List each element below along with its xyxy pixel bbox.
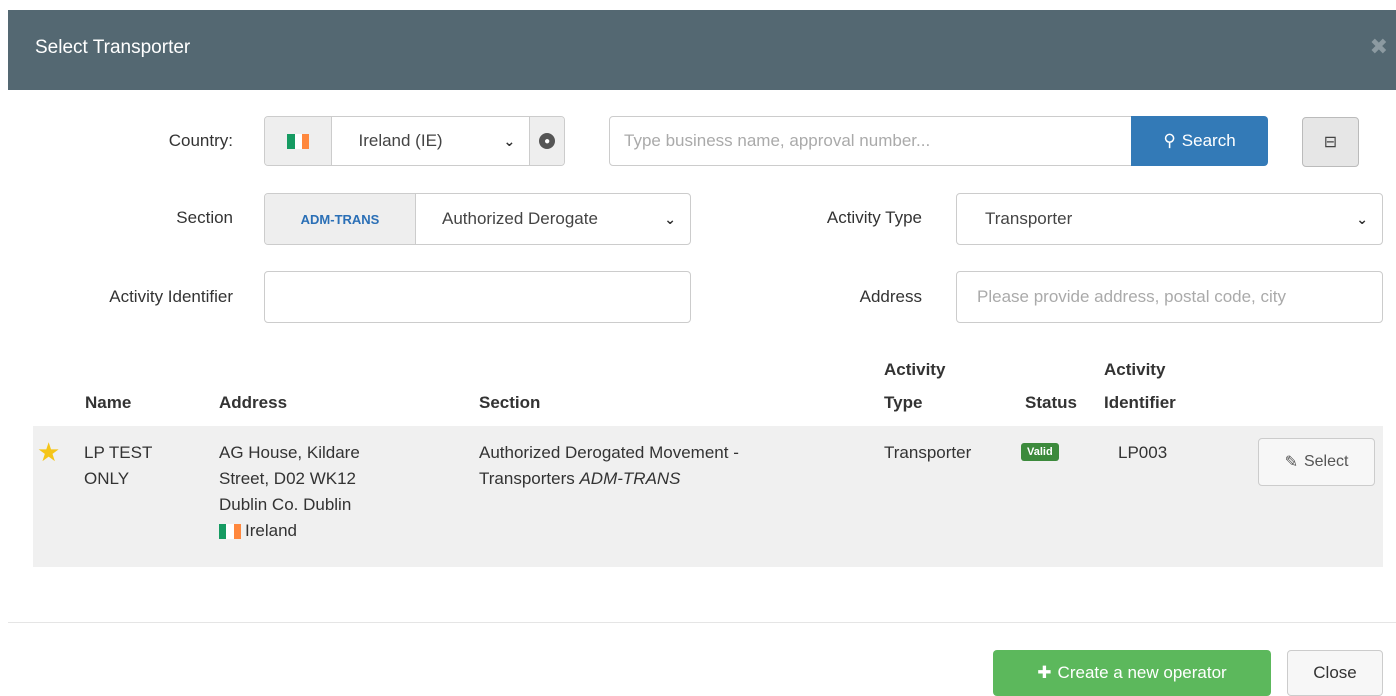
search-icon: ⚲ <box>1163 131 1176 150</box>
address-input[interactable]: Please provide address, postal code, cit… <box>956 271 1383 323</box>
col-header-activity-type-line1: Activity <box>884 360 946 379</box>
row-address: AG House, Kildare Street, D02 WK12 Dubli… <box>219 440 360 544</box>
select-button-label: Select <box>1303 453 1349 470</box>
row-address-line1: AG House, Kildare <box>219 443 360 462</box>
row-address-line3: Dublin Co. Dublin <box>219 495 352 514</box>
address-label: Address <box>859 287 922 306</box>
col-header-status: Status <box>1025 393 1077 412</box>
section-label: Section <box>176 208 233 227</box>
search-button-label: Search <box>1181 131 1236 150</box>
country-select-group: Ireland (IE) ⌄ ● <box>264 116 565 166</box>
row-section-line1: Authorized Derogated Movement - <box>479 443 739 462</box>
row-name: LP TEST ONLY <box>84 440 152 492</box>
edit-icon: ✎ <box>1284 454 1298 471</box>
modal-title: Select Transporter <box>35 37 191 58</box>
col-header-address: Address <box>219 393 288 412</box>
row-address-country-name: Ireland <box>245 521 297 540</box>
modal-header: Select Transporter ✖ <box>8 10 1396 90</box>
col-header-name: Name <box>85 393 132 412</box>
activity-identifier-input[interactable] <box>264 271 691 323</box>
activity-type-value: Transporter <box>985 209 1073 228</box>
chevron-down-icon: ⌄ <box>664 210 676 227</box>
section-select-group: ADM-TRANS Authorized Derogate ⌄ <box>264 193 691 245</box>
ireland-flag-icon <box>287 133 310 149</box>
collapse-icon: ⊟ <box>1323 134 1338 151</box>
row-address-line2: Street, D02 WK12 <box>219 469 357 488</box>
chevron-down-icon: ⌄ <box>1356 210 1368 227</box>
activity-type-select-inner: Transporter ⌄ <box>957 194 1382 244</box>
row-section-line2: Transporters ADM-TRANS <box>479 466 739 492</box>
country-select-value: Ireland (IE) <box>358 131 443 150</box>
section-select[interactable]: Authorized Derogate ⌄ <box>416 194 690 244</box>
ireland-flag-icon <box>219 523 241 539</box>
plus-icon: ✚ <box>1037 663 1052 682</box>
favorite-star-icon[interactable]: ★ <box>37 439 60 465</box>
row-name-line2: ONLY <box>84 469 130 488</box>
col-header-activity-identifier-line1: Activity <box>1104 360 1166 379</box>
close-button[interactable]: Close <box>1287 650 1383 696</box>
activity-type-select[interactable]: Transporter ⌄ <box>956 193 1383 245</box>
footer-divider <box>8 622 1396 623</box>
row-activity-type: Transporter <box>884 443 972 462</box>
toggle-filters-button[interactable]: ⊟ <box>1302 117 1359 167</box>
search-button[interactable]: ⚲ Search <box>1131 116 1268 166</box>
row-section-code: ADM-TRANS <box>579 469 681 488</box>
row-activity-identifier: LP003 <box>1118 443 1168 462</box>
col-header-activity-identifier-line2: Identifier <box>1104 393 1176 412</box>
search-input[interactable]: Type business name, approval number... <box>609 116 1132 166</box>
row-section: Authorized Derogated Movement - Transpor… <box>479 440 739 492</box>
col-header-activity-type-line2: Type <box>884 393 923 412</box>
globe-button[interactable]: ● <box>529 117 564 165</box>
col-header-section: Section <box>479 393 541 412</box>
row-address-country: Ireland <box>219 518 360 544</box>
activity-type-label: Activity Type <box>826 208 922 227</box>
country-flag-addon <box>265 117 333 165</box>
country-select[interactable]: Ireland (IE) ⌄ <box>332 117 529 165</box>
close-icon[interactable]: ✖ <box>1370 34 1388 60</box>
activity-identifier-label: Activity Identifier <box>109 287 233 306</box>
row-section-text: Transporters <box>479 469 575 488</box>
row-name-line1: LP TEST <box>84 443 153 462</box>
section-select-value: Authorized Derogate <box>442 209 598 228</box>
section-code-addon: ADM-TRANS <box>265 194 416 244</box>
section-code: ADM-TRANS <box>300 211 380 227</box>
select-button[interactable]: ✎ Select <box>1258 438 1375 486</box>
country-label: Country: <box>168 131 233 150</box>
create-operator-button[interactable]: ✚ Create a new operator <box>993 650 1271 696</box>
status-badge: Valid <box>1021 443 1059 461</box>
globe-icon: ● <box>539 133 556 149</box>
chevron-down-icon: ⌄ <box>503 132 516 149</box>
create-operator-label: Create a new operator <box>1057 663 1227 682</box>
